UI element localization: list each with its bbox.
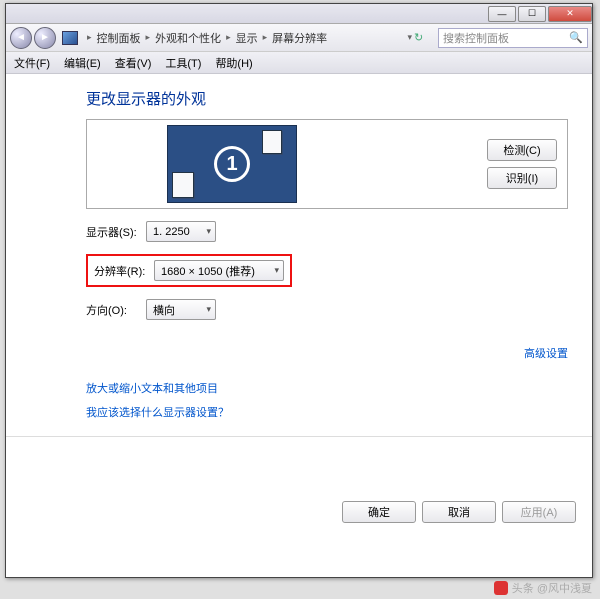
advanced-settings-link[interactable]: 高级设置 — [524, 348, 568, 360]
detection-buttons: 检测(C) 识别(I) — [487, 139, 557, 189]
monitor-number-badge: 1 — [214, 146, 250, 182]
breadcrumb-item[interactable]: 外观和个性化 — [155, 30, 221, 46]
orientation-value: 横向 — [153, 302, 175, 318]
apply-button[interactable]: 应用(A) — [502, 501, 576, 523]
watermark-text: 头条 @风中浅夏 — [512, 580, 592, 596]
menu-help[interactable]: 帮助(H) — [215, 55, 252, 71]
maximize-button[interactable]: ☐ — [518, 6, 546, 22]
breadcrumb-dropdown[interactable]: ▾ — [407, 32, 412, 43]
resolution-highlight: 分辨率(R): 1680 × 1050 (推荐) — [86, 254, 292, 287]
display-select[interactable]: 1. 2250 — [146, 221, 216, 242]
menu-tools[interactable]: 工具(T) — [165, 55, 201, 71]
watermark: 头条 @风中浅夏 — [494, 580, 592, 596]
forward-button[interactable]: ► — [34, 27, 56, 49]
dialog-buttons: 确定 取消 应用(A) — [342, 501, 576, 523]
back-button[interactable]: ◄ — [10, 27, 32, 49]
which-settings-link[interactable]: 我应该选择什么显示器设置？ — [86, 404, 568, 420]
search-input[interactable]: 搜索控制面板 🔍 — [438, 28, 588, 48]
navigation-bar: ◄ ► ▸ 控制面板 ▸ 外观和个性化 ▸ 显示 ▸ 屏幕分辨率 ▾ ↻ 搜索控… — [6, 24, 592, 52]
chevron-right-icon: ▸ — [87, 32, 92, 43]
display-value: 1. 2250 — [153, 226, 190, 238]
chevron-right-icon: ▸ — [146, 32, 151, 43]
ok-button[interactable]: 确定 — [342, 501, 416, 523]
monitor-preview[interactable]: 1 — [167, 125, 297, 203]
chevron-right-icon: ▸ — [226, 32, 231, 43]
control-panel-icon — [62, 31, 78, 45]
help-links: 放大或缩小文本和其他项目 我应该选择什么显示器设置？ — [86, 380, 568, 420]
display-label: 显示器(S): — [86, 224, 146, 240]
menu-file[interactable]: 文件(F) — [14, 55, 50, 71]
monitor-window-icon — [172, 172, 194, 198]
text-size-link[interactable]: 放大或缩小文本和其他项目 — [86, 380, 568, 396]
menu-edit[interactable]: 编辑(E) — [64, 55, 101, 71]
divider — [6, 436, 592, 437]
screen-resolution-window: — ☐ ✕ ◄ ► ▸ 控制面板 ▸ 外观和个性化 ▸ 显示 ▸ 屏幕分辨率 ▾… — [5, 3, 593, 578]
orientation-label: 方向(O): — [86, 302, 146, 318]
identify-button[interactable]: 识别(I) — [487, 167, 557, 189]
monitor-window-icon — [262, 130, 282, 154]
resolution-label: 分辨率(R): — [94, 263, 154, 279]
titlebar: — ☐ ✕ — [6, 4, 592, 24]
orientation-select[interactable]: 横向 — [146, 299, 216, 320]
breadcrumb-current: 屏幕分辨率 — [272, 30, 327, 46]
close-button[interactable]: ✕ — [548, 6, 592, 22]
page-title: 更改显示器的外观 — [86, 88, 568, 109]
detect-button[interactable]: 检测(C) — [487, 139, 557, 161]
display-row: 显示器(S): 1. 2250 — [86, 221, 568, 242]
resolution-select[interactable]: 1680 × 1050 (推荐) — [154, 260, 284, 281]
breadcrumb-item[interactable]: 控制面板 — [97, 30, 141, 46]
chevron-right-icon: ▸ — [263, 32, 268, 43]
menubar: 文件(F) 编辑(E) 查看(V) 工具(T) 帮助(H) — [6, 52, 592, 74]
breadcrumb-item[interactable]: 显示 — [236, 30, 258, 46]
content-area: 更改显示器的外观 1 检测(C) 识别(I) 显示器(S): 1. 2250 分… — [6, 74, 592, 539]
resolution-row: 分辨率(R): 1680 × 1050 (推荐) — [86, 254, 568, 287]
refresh-icon[interactable]: ↻ — [414, 31, 430, 44]
monitor-preview-box: 1 检测(C) 识别(I) — [86, 119, 568, 209]
watermark-logo-icon — [494, 581, 508, 595]
search-icon: 🔍 — [569, 31, 583, 44]
resolution-value: 1680 × 1050 (推荐) — [161, 263, 255, 279]
advanced-row: 高级设置 — [86, 344, 568, 362]
menu-view[interactable]: 查看(V) — [115, 55, 152, 71]
search-placeholder: 搜索控制面板 — [443, 30, 509, 46]
cancel-button[interactable]: 取消 — [422, 501, 496, 523]
minimize-button[interactable]: — — [488, 6, 516, 22]
orientation-row: 方向(O): 横向 — [86, 299, 568, 320]
